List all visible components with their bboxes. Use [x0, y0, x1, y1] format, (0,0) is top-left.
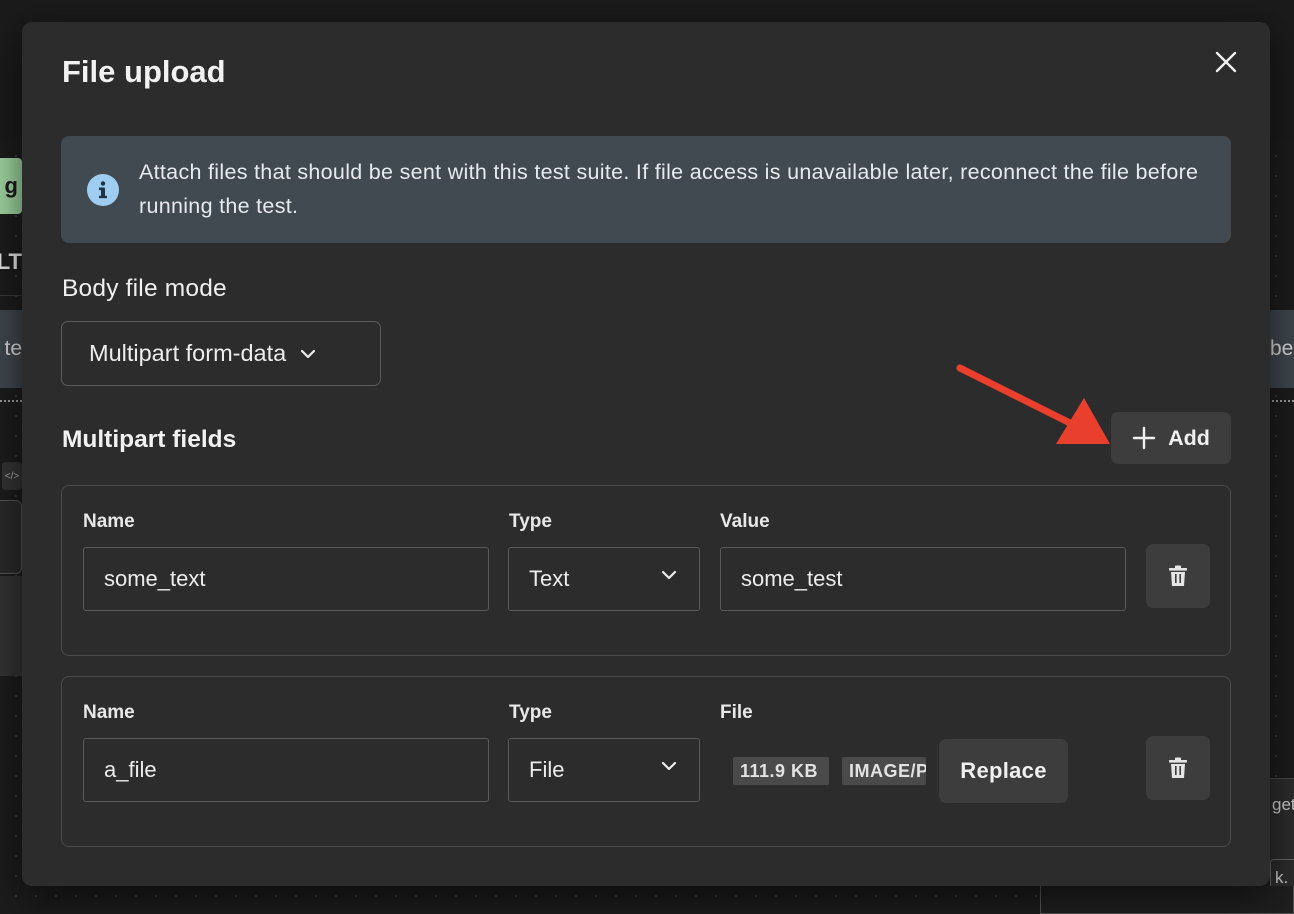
file-type-text: IMAGE/PNG: [849, 760, 926, 781]
info-icon: [87, 174, 119, 206]
info-callout: Attach files that should be sent with th…: [61, 136, 1231, 243]
background-banner-right-text: be: [1270, 337, 1294, 360]
file-type-badge: IMAGE/PNG: [842, 757, 926, 785]
delete-field-button[interactable]: [1146, 736, 1210, 800]
name-label: Name: [83, 702, 135, 723]
annotation-arrow-icon: [956, 364, 1110, 444]
file-size-badge: 111.9 KB: [733, 757, 829, 785]
type-label: Type: [509, 511, 552, 532]
background-right-box-text: get: [1272, 795, 1294, 814]
background-code-icon-text: </>: [4, 470, 20, 482]
replace-file-button[interactable]: Replace: [939, 739, 1068, 803]
field-name-input[interactable]: some_text: [83, 547, 489, 611]
field-type-select[interactable]: File: [508, 738, 700, 802]
add-field-button[interactable]: Add: [1111, 412, 1231, 464]
background-right-box: get k.: [1270, 778, 1294, 902]
field-value-text: some_test: [741, 566, 843, 591]
trash-icon: [1169, 565, 1187, 586]
name-label: Name: [83, 511, 135, 532]
file-size-text: 111.9 KB: [740, 760, 819, 781]
background-green-tab-text: g: [4, 173, 18, 198]
field-value-input[interactable]: some_test: [720, 547, 1126, 611]
body-file-mode-label: Body file mode: [62, 275, 227, 302]
chevron-down-icon: [661, 761, 677, 771]
type-label: Type: [509, 702, 552, 723]
file-upload-modal: File upload Attach files that should be …: [22, 22, 1270, 886]
close-icon: [1215, 51, 1237, 73]
body-file-mode-value: Multipart form-data: [89, 340, 287, 366]
multipart-field-card: Name Type File a_file File 111.9 KB IMAG…: [61, 676, 1231, 847]
value-label: Value: [720, 511, 770, 532]
background-banner-left: te: [0, 310, 22, 388]
background-banner-right: be: [1270, 310, 1294, 388]
multipart-field-card: Name Type Value some_text Text some_test: [61, 485, 1231, 656]
file-label: File: [720, 702, 753, 723]
body-file-mode-select[interactable]: Multipart form-data: [61, 321, 381, 386]
field-name-value: some_text: [104, 566, 206, 591]
chevron-down-icon: [661, 570, 677, 580]
field-name-value: a_file: [104, 757, 157, 782]
background-green-tab: g: [0, 158, 22, 214]
background-bottom-strip: [1040, 886, 1294, 914]
background-header-fragment: LT: [0, 228, 22, 296]
replace-file-label: Replace: [960, 758, 1047, 783]
info-text: Attach files that should be sent with th…: [139, 160, 1199, 218]
background-code-icon: </>: [2, 462, 22, 490]
multipart-fields-title: Multipart fields: [62, 426, 237, 453]
field-type-select[interactable]: Text: [508, 547, 700, 611]
plus-icon: [1132, 426, 1156, 450]
chevron-down-icon: [300, 349, 316, 359]
background-left-panel: [0, 576, 22, 676]
background-left-card: [0, 500, 22, 574]
add-field-label: Add: [1168, 425, 1210, 450]
field-type-value: File: [529, 757, 565, 782]
trash-icon: [1169, 757, 1187, 778]
close-button[interactable]: [1212, 48, 1240, 76]
field-type-value: Text: [529, 566, 570, 591]
background-header-fragment-text: LT: [0, 248, 22, 274]
background-banner-left-text: te: [4, 337, 22, 360]
delete-field-button[interactable]: [1146, 544, 1210, 608]
field-name-input[interactable]: a_file: [83, 738, 489, 802]
modal-title: File upload: [62, 54, 226, 89]
